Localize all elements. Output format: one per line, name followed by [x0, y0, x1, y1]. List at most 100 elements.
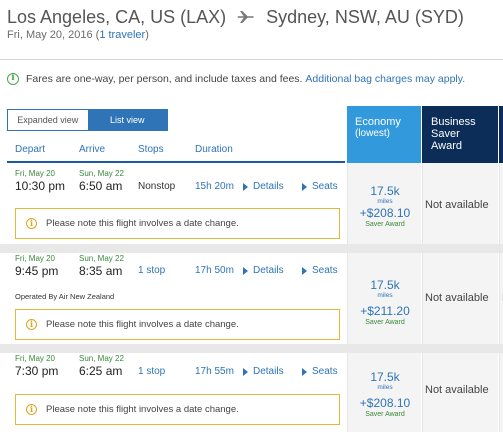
not-available-label: Not available: [425, 384, 489, 396]
fare-miles-unit: miles: [377, 292, 393, 299]
details-link[interactable]: Details: [243, 265, 284, 276]
stops-link[interactable]: 1 stop: [138, 366, 165, 377]
triangle-right-icon: [302, 367, 307, 376]
travelers-paren-close: ): [145, 29, 149, 41]
flight-row: Fri, May 20 7:30 pm Sun, May 22 6:25 am …: [0, 353, 503, 432]
economy-fare-cell[interactable]: 17.5k miles +$208.10 Saver Award: [347, 163, 421, 244]
fare-taxes: +$211.20: [360, 304, 410, 318]
award-type: Saver Award: [365, 319, 405, 326]
travelers-link[interactable]: 1 traveler: [99, 29, 145, 41]
triangle-right-icon: [302, 182, 307, 191]
triangle-right-icon: [243, 367, 248, 376]
warning-text: Please note this flight involves a date …: [46, 404, 239, 415]
cabin-business-name: Business: [431, 116, 476, 128]
fare-notice-text: Fares are one-way, per person, and inclu…: [26, 73, 303, 85]
award-type: Saver Award: [365, 411, 405, 418]
date-change-warning: i Please note this flight involves a dat…: [15, 208, 340, 239]
operated-by: Operated By Air New Zealand: [15, 292, 115, 301]
destination-label: Sydney, NSW, AU (SYD): [266, 6, 464, 27]
column-duration[interactable]: Duration: [195, 144, 233, 155]
stops-link[interactable]: 1 stop: [138, 265, 165, 276]
details-label: Details: [253, 265, 284, 276]
seats-label: Seats: [312, 181, 338, 192]
depart-date: Fri, May 20: [15, 169, 56, 178]
third-fare-cell: [499, 353, 503, 432]
depart-date: Fri, May 20: [15, 354, 56, 363]
info-icon: i: [7, 73, 19, 85]
flight-info: Fri, May 20 7:30 pm Sun, May 22 6:25 am …: [7, 353, 347, 432]
column-stops[interactable]: Stops: [138, 144, 164, 155]
date-change-warning: i Please note this flight involves a dat…: [15, 394, 340, 425]
arrive-date: Sun, May 22: [79, 354, 124, 363]
column-headers: Depart Arrive Stops Duration: [0, 144, 345, 160]
warning-text: Please note this flight involves a date …: [46, 319, 239, 330]
depart-time: 9:45 pm: [15, 264, 59, 278]
fare-taxes: +$208.10: [359, 206, 411, 220]
fare-notice: i Fares are one-way, per person, and inc…: [7, 72, 465, 86]
cabin-third-header: [499, 106, 503, 163]
cabin-economy-sub: (lowest): [355, 128, 391, 139]
flight-info: Fri, May 20 10:30 pm Sun, May 22 6:50 am…: [7, 163, 347, 244]
details-label: Details: [253, 366, 284, 377]
warning-text: Please note this flight involves a date …: [46, 218, 239, 229]
arrive-date: Sun, May 22: [79, 169, 124, 178]
origin-label: Los Angeles, CA, US (LAX): [7, 6, 227, 27]
arrive-time: 6:25 am: [79, 364, 123, 378]
duration-label: 17h 55m: [195, 366, 234, 377]
cabin-business-sub2: Award: [431, 140, 462, 152]
flight-row: Fri, May 20 9:45 pm Sun, May 22 8:35 am …: [0, 253, 503, 344]
fare-miles: 17.5k: [370, 184, 400, 198]
details-link[interactable]: Details: [243, 181, 284, 192]
details-label: Details: [253, 181, 284, 192]
column-arrive[interactable]: Arrive: [79, 144, 105, 155]
economy-fare-cell[interactable]: 17.5k miles +$211.20 Saver Award: [347, 253, 421, 344]
arrive-time: 6:50 am: [79, 179, 123, 193]
row-separator: [0, 244, 503, 253]
divider: [0, 59, 503, 60]
view-toggle: Expanded view List view: [7, 109, 168, 131]
info-icon: i: [26, 404, 37, 415]
flight-info: Fri, May 20 9:45 pm Sun, May 22 8:35 am …: [7, 253, 347, 344]
info-icon: i: [26, 218, 37, 229]
seats-label: Seats: [312, 366, 338, 377]
route-title: Los Angeles, CA, US (LAX) Sydney, NSW, A…: [7, 5, 464, 29]
duration-label: 15h 20m: [195, 181, 234, 192]
list-view-button[interactable]: List view: [87, 110, 167, 130]
plane-icon: [237, 11, 254, 23]
cabin-economy-name: Economy: [355, 116, 401, 128]
column-depart[interactable]: Depart: [15, 144, 45, 155]
business-fare-cell: Not available: [422, 163, 498, 244]
economy-fare-cell[interactable]: 17.5k miles +$208.10 Saver Award: [347, 353, 421, 432]
depart-time: 7:30 pm: [15, 364, 59, 378]
duration-label: 17h 50m: [195, 265, 234, 276]
triangle-right-icon: [243, 182, 248, 191]
depart-date: Fri, May 20: [15, 254, 56, 263]
fare-miles: 17.5k: [370, 370, 400, 384]
award-type: Saver Award: [365, 221, 405, 228]
fare-taxes: +$208.10: [359, 396, 411, 410]
cabin-business-header[interactable]: Business Saver Award: [422, 106, 498, 163]
not-available-label: Not available: [425, 292, 489, 304]
seats-link[interactable]: Seats: [302, 265, 338, 276]
cabin-business-sub1: Saver: [431, 128, 460, 140]
fare-miles: 17.5k: [370, 278, 400, 292]
cabin-economy-header[interactable]: Economy (lowest): [347, 106, 421, 163]
date-label: Fri, May 20, 2016: [7, 29, 93, 41]
fare-miles-unit: miles: [377, 198, 393, 205]
stops-label: Nonstop: [138, 181, 176, 192]
date-change-warning: i Please note this flight involves a dat…: [15, 309, 340, 340]
info-icon: i: [26, 319, 37, 330]
seats-link[interactable]: Seats: [302, 366, 338, 377]
details-link[interactable]: Details: [243, 366, 284, 377]
not-available-label: Not available: [425, 199, 489, 211]
seats-link[interactable]: Seats: [302, 181, 338, 192]
triangle-right-icon: [302, 266, 307, 275]
trip-date: Fri, May 20, 2016 (1 traveler): [7, 29, 149, 41]
bag-charges-link[interactable]: Additional bag charges may apply.: [305, 73, 465, 85]
triangle-right-icon: [243, 266, 248, 275]
third-fare-cell: [499, 163, 503, 244]
third-fare-cell: N: [499, 253, 503, 344]
seats-label: Seats: [312, 265, 338, 276]
flight-row: Fri, May 20 10:30 pm Sun, May 22 6:50 am…: [0, 163, 503, 244]
expanded-view-button[interactable]: Expanded view: [8, 110, 88, 130]
